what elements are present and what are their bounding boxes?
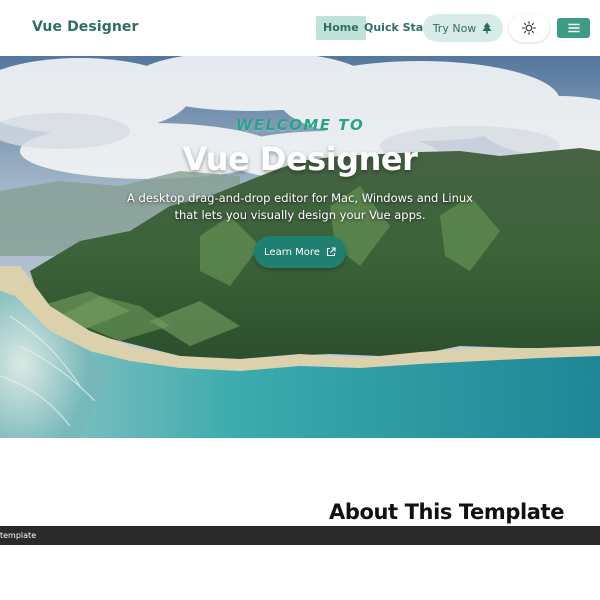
try-now-label: Try Now xyxy=(432,21,477,35)
top-navbar: Vue Designer Home Quick Start Try Now xyxy=(0,0,600,56)
tree-icon xyxy=(482,22,492,34)
sun-icon xyxy=(522,21,536,35)
brand-logo[interactable]: Vue Designer xyxy=(32,19,139,35)
page: Vue Designer Home Quick Start Try Now WE… xyxy=(0,0,600,600)
theme-toggle-button[interactable] xyxy=(509,14,549,42)
try-now-button[interactable]: Try Now xyxy=(423,14,503,42)
about-section-title: About This Template xyxy=(329,500,565,524)
learn-more-button[interactable]: Learn More xyxy=(254,236,346,268)
hero-welcome-text: WELCOME TO xyxy=(235,116,365,134)
hero-section: WELCOME TO Vue Designer A desktop drag-a… xyxy=(0,56,600,438)
external-link-icon xyxy=(326,247,336,257)
hero-title: Vue Designer xyxy=(182,140,418,178)
menu-button[interactable] xyxy=(557,18,590,38)
hero-subtitle: A desktop drag-and-drop editor for Mac, … xyxy=(127,191,473,222)
hamburger-menu-icon xyxy=(567,23,580,33)
status-bar: template xyxy=(0,526,600,545)
learn-more-label: Learn More xyxy=(264,246,320,258)
